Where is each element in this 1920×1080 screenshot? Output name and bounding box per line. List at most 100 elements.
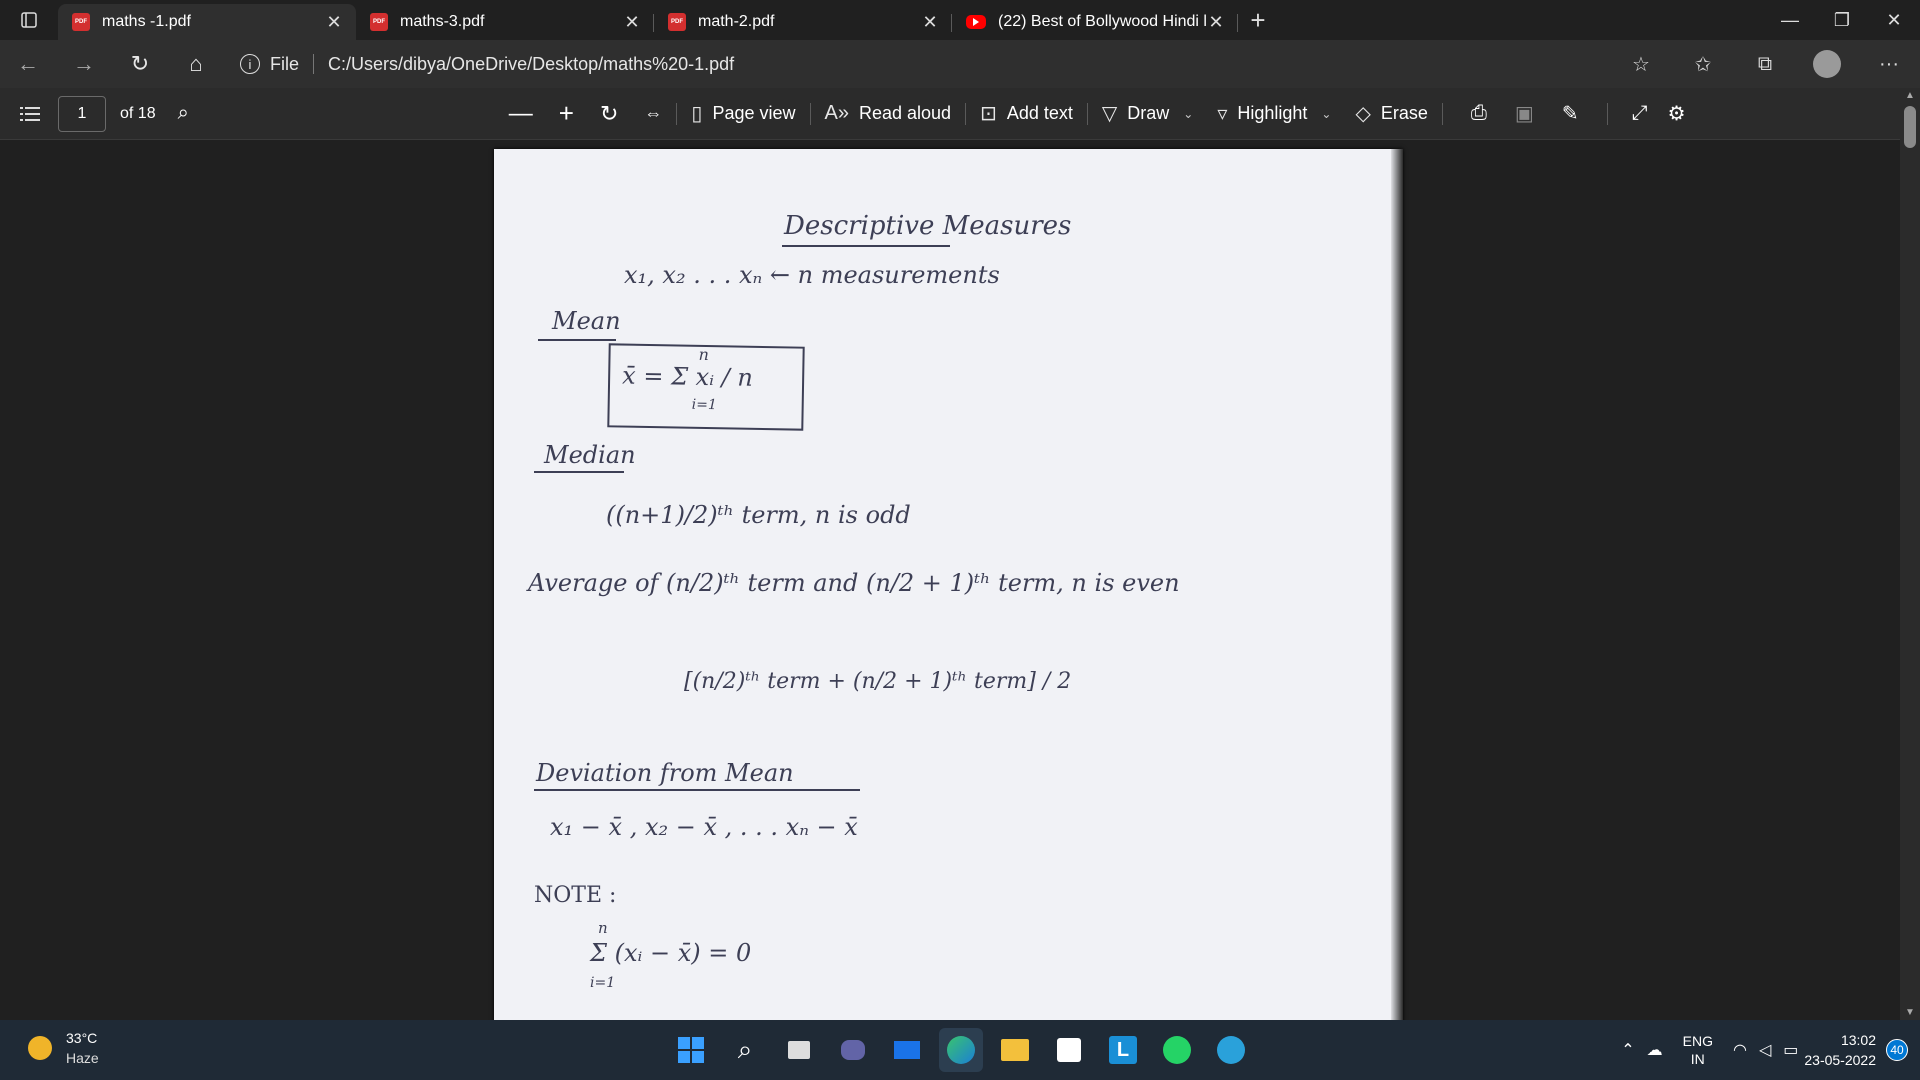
scroll-up-icon[interactable]: ▲ [1900,90,1920,101]
zoom-out-button[interactable]: — [509,88,533,140]
save-icon[interactable]: ▣ [1515,88,1534,140]
toolbar-divider [676,102,678,125]
tab-maths-3[interactable]: PDF maths-3.pdf ✕ [356,4,654,40]
minimize-button[interactable]: — [1764,0,1816,40]
telegram-icon[interactable] [1209,1028,1253,1072]
task-view-icon[interactable] [777,1028,821,1072]
show-hidden-icons-chevron[interactable]: ⌃ [1621,1040,1634,1060]
favorites-icon[interactable]: ✩ [1672,52,1734,77]
tab-math-2[interactable]: PDF math-2.pdf ✕ [654,4,952,40]
notification-badge[interactable]: 40 [1886,1039,1908,1061]
tab-title: maths -1.pdf [102,13,191,30]
url-divider [313,54,315,74]
tab-youtube[interactable]: (22) Best of Bollywood Hindi lofi ✕ [952,4,1238,40]
toolbar-divider [1606,102,1608,125]
scrollbar-thumb[interactable] [1904,106,1916,148]
title-underline [782,245,950,247]
toolbar-divider [1086,102,1088,125]
erase-button[interactable]: ◇ Erase [1355,88,1427,140]
fit-page-icon[interactable]: ⇔ [644,88,662,140]
edge-browser-icon[interactable] [939,1028,983,1072]
fullscreen-icon[interactable]: ⤢ [1632,88,1648,140]
rotate-icon[interactable]: ↻ [600,88,618,140]
more-menu-icon[interactable]: ··· [1858,53,1920,76]
settings-gear-icon[interactable]: ⚙ [1668,88,1686,140]
battery-icon[interactable]: ▭ [1783,1040,1798,1060]
search-icon[interactable]: ⌕ [723,1028,767,1072]
page-total: of 18 [120,104,156,122]
language-indicator[interactable]: ENG IN [1683,1032,1713,1068]
file-explorer-icon[interactable] [993,1028,1037,1072]
zoom-in-button[interactable]: + [559,88,574,140]
whatsapp-icon[interactable] [1155,1028,1199,1072]
mean-underline [538,339,616,341]
onedrive-cloud-icon[interactable]: ☁ [1647,1040,1663,1060]
draw-button[interactable]: ▽ Draw ⌄ [1102,88,1193,140]
weather-widget[interactable]: 33°C Haze [28,1030,99,1066]
close-window-button[interactable]: ✕ [1868,0,1920,40]
add-text-icon: ⊡ [980,103,997,125]
toolbar-divider [965,102,967,125]
page-number-input[interactable]: 1 [58,95,106,132]
taskbar: 33°C Haze ⌕ L ⌃ ☁ ENG IN ◠ ◁ ▭ 13:02 23-… [0,1020,1920,1080]
mean-formula: x̄ = Σ xᵢ / n [621,361,754,392]
draw-icon: ▽ [1101,103,1118,125]
store-icon[interactable] [1047,1028,1091,1072]
search-icon[interactable]: ⌕ [178,88,189,140]
measurements-line: x₁, x₂ . . . xₙ ← n measurements [624,261,1000,289]
tab-title: math-2.pdf [698,13,775,30]
mean-heading: Mean [552,307,621,335]
tab-close-icon[interactable]: ✕ [920,12,940,33]
back-button[interactable]: ← [0,40,56,88]
system-tray: ⌃ ☁ ENG IN ◠ ◁ ▭ 13:02 23-05-2022 40 [1615,1020,1920,1080]
refresh-button[interactable]: ↻ [112,40,168,88]
home-button[interactable]: ⌂ [168,40,224,88]
save-as-icon[interactable]: ✎ [1562,88,1579,140]
forward-button[interactable]: → [56,40,112,88]
window-controls: — ❐ ✕ [1764,0,1920,40]
add-text-button[interactable]: ⊡ Add text [980,88,1073,140]
deviation-underline [534,789,860,791]
tab-actions-button[interactable] [0,0,58,40]
new-tab-button[interactable]: + [1238,5,1278,36]
tab-title: (22) Best of Bollywood Hindi lofi [998,13,1206,30]
highlight-button[interactable]: ▿ Highlight ⌄ [1217,88,1331,140]
chat-icon[interactable] [831,1028,875,1072]
profile-avatar[interactable] [1813,50,1841,78]
tab-actions-icon [21,12,37,28]
vertical-scrollbar[interactable]: ▲ ▼ [1900,88,1920,1020]
chevron-down-icon[interactable]: ⌄ [1183,107,1193,121]
pdf-page: Descriptive Measures x₁, x₂ . . . xₙ ← n… [494,149,1403,1020]
contents-icon[interactable] [20,88,40,140]
volume-icon[interactable]: ◁ [1759,1040,1771,1060]
temperature: 33°C [66,1030,98,1046]
restore-button[interactable]: ❐ [1816,0,1868,40]
pdf-viewport[interactable]: Descriptive Measures x₁, x₂ . . . xₙ ← n… [0,140,1920,1020]
url-field[interactable]: i File C:/Users/dibya/OneDrive/Desktop/m… [240,46,1680,82]
mean-sum-lower: i=1 [691,396,717,414]
highlight-icon: ▿ [1217,103,1228,125]
wifi-icon[interactable]: ◠ [1733,1040,1747,1060]
print-icon[interactable]: ⎙ [1471,88,1487,140]
doc-title: Descriptive Measures [784,211,1072,241]
collections-icon[interactable]: ⧉ [1734,53,1796,76]
chevron-down-icon[interactable]: ⌄ [1321,107,1331,121]
l-app-icon[interactable]: L [1101,1028,1145,1072]
tab-close-icon[interactable]: ✕ [1206,12,1226,33]
region-code: IN [1690,1051,1705,1067]
add-favorite-icon[interactable]: ☆ [1610,52,1672,77]
tab-close-icon[interactable]: ✕ [622,12,642,33]
clock-time: 13:02 [1840,1032,1876,1048]
tab-maths-1[interactable]: PDF maths -1.pdf ✕ [58,4,356,40]
windows-start-icon[interactable] [669,1028,713,1072]
tab-close-icon[interactable]: ✕ [324,12,344,33]
page-view-button[interactable]: ▯ Page view [691,88,795,140]
url-text[interactable]: C:/Users/dibya/OneDrive/Desktop/maths%20… [328,54,734,75]
scroll-down-icon[interactable]: ▼ [1900,1007,1920,1018]
clock[interactable]: 13:02 23-05-2022 [1804,1030,1876,1070]
read-aloud-button[interactable]: A» Read aloud [825,88,952,140]
mail-icon[interactable] [885,1028,929,1072]
mean-sum-upper: n [698,344,710,365]
page-edge-shadow [1391,149,1403,1020]
info-icon[interactable]: i [240,54,260,74]
